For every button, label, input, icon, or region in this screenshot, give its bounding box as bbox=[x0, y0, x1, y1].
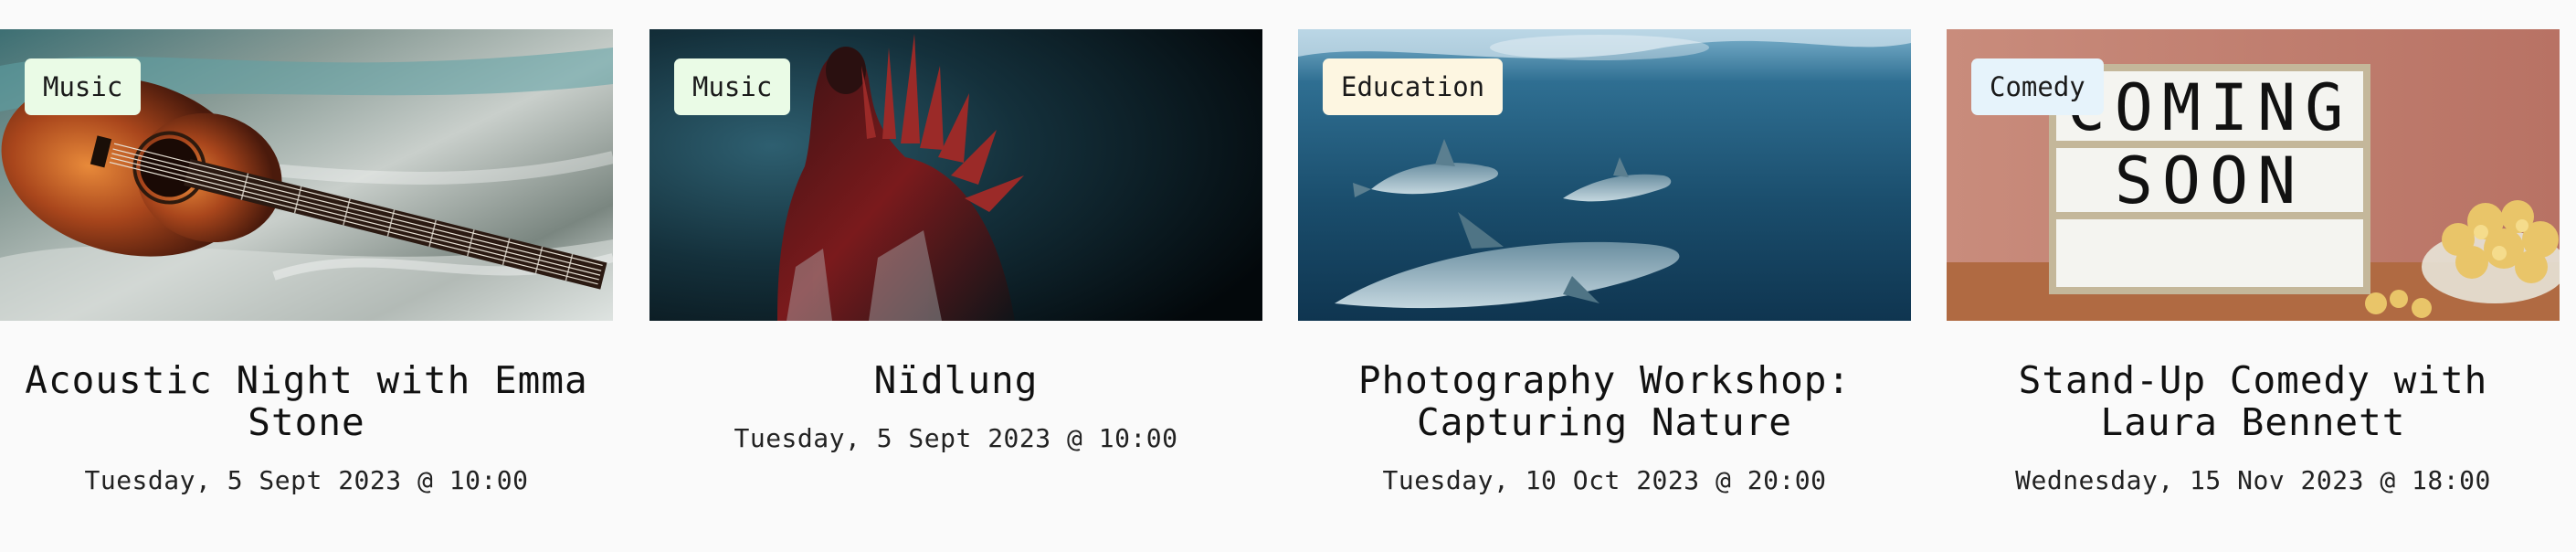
event-date: Tuesday, 5 Sept 2023 @ 10:00 bbox=[84, 465, 529, 495]
event-card-grid: Music Acoustic Night with Emma Stone Tue… bbox=[0, 0, 2576, 552]
event-image-spiked-figure[interactable]: Music bbox=[649, 29, 1262, 321]
event-image-coming-soon[interactable]: COMING SOON Comedy bbox=[1947, 29, 2560, 321]
event-title[interactable]: Acoustic Night with Emma Stone bbox=[18, 359, 595, 443]
event-card[interactable]: Music Nïdlung Tuesday, 5 Sept 2023 @ 10:… bbox=[649, 29, 1262, 453]
category-badge[interactable]: Comedy bbox=[1971, 58, 2104, 115]
event-title[interactable]: Stand-Up Comedy with Laura Bennett bbox=[1965, 359, 2541, 443]
event-date: Tuesday, 10 Oct 2023 @ 20:00 bbox=[1382, 465, 1827, 495]
lightbox-text-bottom: SOON bbox=[2115, 143, 2306, 218]
event-date: Wednesday, 15 Nov 2023 @ 18:00 bbox=[2015, 465, 2491, 495]
event-title[interactable]: Photography Workshop: Capturing Nature bbox=[1316, 359, 1893, 443]
event-date: Tuesday, 5 Sept 2023 @ 10:00 bbox=[734, 423, 1178, 453]
event-card[interactable]: Education Photography Workshop: Capturin… bbox=[1298, 29, 1911, 495]
event-card[interactable]: COMING SOON Comedy Stand-Up Comedy with … bbox=[1947, 29, 2560, 495]
event-card[interactable]: Music Acoustic Night with Emma Stone Tue… bbox=[0, 29, 613, 495]
lightbox-text-top: COMING bbox=[2067, 70, 2353, 145]
category-badge[interactable]: Music bbox=[25, 58, 142, 115]
category-badge[interactable]: Music bbox=[674, 58, 791, 115]
category-badge[interactable]: Education bbox=[1323, 58, 1504, 115]
event-image-dolphins[interactable]: Education bbox=[1298, 29, 1911, 321]
event-image-guitar[interactable]: Music bbox=[0, 29, 613, 321]
event-title[interactable]: Nïdlung bbox=[668, 359, 1244, 401]
